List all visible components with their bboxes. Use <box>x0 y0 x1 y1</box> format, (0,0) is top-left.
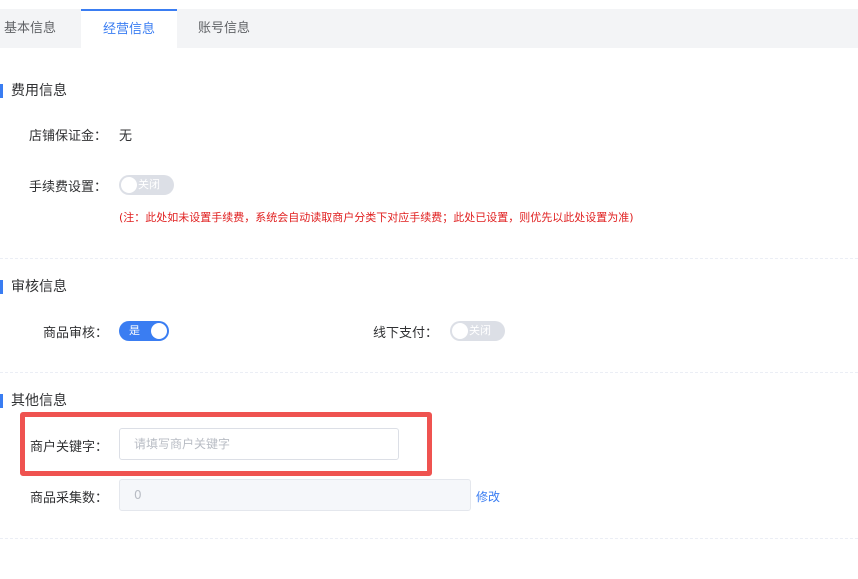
tab-business-info[interactable]: 经营信息 <box>81 9 177 48</box>
section-divider <box>0 258 858 259</box>
offline-pay-switch[interactable]: 关闭 <box>450 321 505 341</box>
product-audit-switch[interactable]: 是 <box>119 321 169 341</box>
section-accent-bar <box>0 394 3 408</box>
switch-knob <box>452 323 468 339</box>
audit-section-title-text: 审核信息 <box>11 279 67 295</box>
other-section-title-text: 其他信息 <box>11 393 67 409</box>
section-accent-bar <box>0 84 3 98</box>
fee-note: (注：此处如未设置手续费，系统会自动读取商户分类下对应手续费；此处已设置，则优先… <box>119 211 634 224</box>
offline-pay-switch-text: 关闭 <box>469 324 491 337</box>
section-divider <box>0 538 858 539</box>
product-audit-label: 商品审核： <box>43 326 109 341</box>
tab-account-info[interactable]: 账号信息 <box>198 9 258 48</box>
other-section-title: 其他信息 <box>0 393 67 409</box>
collect-count-input <box>119 479 471 511</box>
edit-link[interactable]: 修改 <box>476 488 500 505</box>
deposit-label: 店铺保证金： <box>29 129 108 144</box>
deposit-value: 无 <box>119 129 133 144</box>
fee-label: 手续费设置： <box>29 180 108 195</box>
section-accent-bar <box>0 280 3 294</box>
product-audit-switch-text: 是 <box>129 324 140 337</box>
tab-basic-info[interactable]: 基本信息 <box>4 9 64 48</box>
tab-bar: 基本信息 经营信息 账号信息 <box>0 9 858 48</box>
audit-section-title: 审核信息 <box>0 279 67 295</box>
collect-label: 商品采集数： <box>30 491 109 506</box>
fee-section-title: 费用信息 <box>0 83 67 99</box>
offline-pay-label: 线下支付： <box>373 326 439 341</box>
keyword-input[interactable] <box>119 428 399 460</box>
fee-switch[interactable]: 关闭 <box>119 175 174 195</box>
fee-section-title-text: 费用信息 <box>11 83 67 99</box>
switch-knob <box>121 177 137 193</box>
fee-switch-text: 关闭 <box>138 178 160 191</box>
section-divider <box>0 372 858 373</box>
switch-knob <box>151 323 167 339</box>
keyword-label: 商户关键字： <box>30 440 109 455</box>
